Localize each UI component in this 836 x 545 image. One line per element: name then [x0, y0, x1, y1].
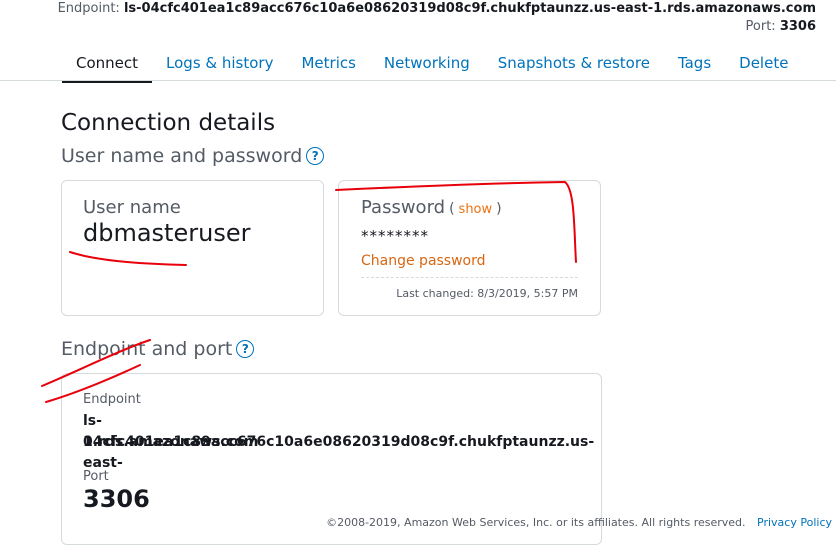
page-title: Connection details: [61, 110, 276, 136]
tab-tags[interactable]: Tags: [664, 52, 725, 83]
tab-divider: [0, 80, 836, 81]
port-value: 3306: [83, 485, 150, 513]
endpoint-value-line2: 1.rds.amazonaws.com: [83, 434, 259, 450]
username-value: dbmasteruser: [83, 219, 251, 247]
help-icon[interactable]: ?: [306, 147, 325, 165]
password-divider: [361, 277, 578, 278]
top-endpoint-value: ls-04cfc401ea1c89acc676c10a6e08620319d08…: [123, 1, 816, 16]
endpoint-heading: Endpoint and port ?: [61, 338, 255, 360]
password-header: Password ( show): [361, 197, 502, 218]
help-icon[interactable]: ?: [236, 340, 255, 358]
last-changed-text: Last changed: 8/3/2019, 5:57 PM: [396, 287, 578, 300]
tab-snapshots-restore[interactable]: Snapshots & restore: [484, 52, 664, 83]
change-password-link[interactable]: Change password: [361, 253, 486, 269]
tab-connect[interactable]: Connect: [62, 52, 153, 83]
top-port-value: 3306: [779, 19, 816, 34]
top-port-label: Port:: [745, 19, 776, 34]
privacy-policy-link[interactable]: Privacy Policy: [757, 516, 832, 529]
show-password-link[interactable]: show: [459, 202, 493, 217]
tab-networking[interactable]: Networking: [370, 52, 484, 83]
password-card: Password ( show) ******** Change password…: [338, 180, 601, 316]
footer-copyright: ©2008-2019, Amazon Web Services, Inc. or…: [326, 516, 746, 529]
show-close-paren: ): [496, 201, 502, 217]
tab-logs-history[interactable]: Logs & history: [152, 52, 287, 83]
tab-metrics[interactable]: Metrics: [287, 52, 369, 83]
show-open-paren: (: [449, 201, 455, 217]
port-label: Port: [83, 469, 109, 484]
password-masked: ********: [361, 227, 429, 245]
top-endpoint-info: Endpoint: ls-04cfc401ea1c89acc676c10a6e0…: [58, 0, 816, 36]
credentials-heading-text: User name and password: [61, 145, 303, 167]
endpoint-heading-text: Endpoint and port: [61, 338, 233, 360]
tab-delete[interactable]: Delete: [725, 52, 802, 83]
credentials-heading: User name and password ?: [61, 145, 325, 167]
footer: ©2008-2019, Amazon Web Services, Inc. or…: [326, 516, 832, 529]
tab-bar: Connect Logs & history Metrics Networkin…: [62, 52, 802, 83]
username-card: User name dbmasteruser: [61, 180, 324, 316]
password-label: Password: [361, 197, 446, 218]
endpoint-label: Endpoint: [83, 392, 141, 407]
top-endpoint-label: Endpoint:: [57, 1, 120, 16]
username-label: User name: [83, 197, 181, 218]
